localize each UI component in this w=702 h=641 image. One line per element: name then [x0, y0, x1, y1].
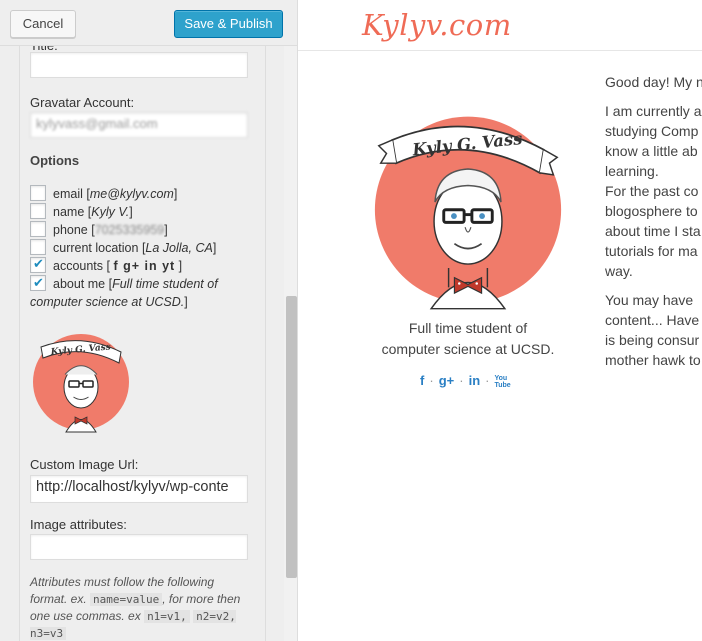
option-name-label: name [53, 205, 85, 219]
article-paragraph-3: You may have content... Have is being co… [605, 290, 702, 370]
avatar-image: Kyly G. Vass [374, 116, 562, 310]
option-accounts-label: accounts [53, 259, 104, 273]
article-p2-line: way. [605, 263, 633, 279]
customizer-sidebar: Title: Gravatar Account: kylyvass@gmail.… [0, 0, 298, 641]
cancel-button[interactable]: Cancel [10, 10, 76, 38]
linkedin-icon[interactable]: in [469, 373, 481, 388]
site-preview: Kylyv.com Kyly G. Vass Full time student… [298, 0, 702, 641]
article-p2-line: studying Comp [605, 123, 699, 139]
option-location-label: current location [53, 241, 139, 255]
bio-line-2: computer science at UCSD. [381, 341, 555, 357]
article-paragraph-1: Good day! My n [605, 72, 702, 92]
article-p3-line: You may have [605, 292, 694, 308]
image-attrs-label: Image attributes: [30, 517, 127, 532]
article-p2-line: learning. [605, 163, 659, 179]
accounts-icons: f g+ in yt [113, 259, 176, 273]
title-input[interactable] [30, 52, 248, 78]
option-name[interactable]: name [Kyly V.] [30, 203, 133, 219]
sidebar-scrollbar-thumb[interactable] [286, 296, 297, 578]
bio-text: Full time student of computer science at… [368, 318, 568, 360]
option-phone-detail: 7025335959 [94, 223, 165, 237]
article-p2-line: know a little ab [605, 143, 698, 159]
gravatar-input[interactable]: kylyvass@gmail.com [30, 112, 248, 138]
options-heading: Options [30, 153, 80, 168]
option-email[interactable]: email [me@kylyv.com] [30, 185, 177, 201]
youtube-icon[interactable]: You Tube [494, 375, 510, 389]
article-p2-line: tutorials for ma [605, 243, 698, 259]
gravatar-label: Gravatar Account: [30, 95, 135, 110]
bio-line-1: Full time student of [408, 320, 528, 336]
article-p1-line-1: Good day! My n [605, 74, 702, 90]
option-about[interactable]: about me [Full time student of computer … [30, 274, 250, 311]
site-header: Kylyv.com [298, 0, 702, 51]
article-paragraph-2: I am currently a studying Comp know a li… [605, 101, 702, 281]
custom-image-label: Custom Image Url: [30, 457, 139, 472]
option-about-label: about me [53, 277, 106, 291]
name-checkbox[interactable] [30, 203, 46, 219]
post-content: Good day! My n I am currently a studying… [605, 72, 702, 379]
article-p2-line: For the past co [605, 183, 699, 199]
article-p3-line: is being consur [605, 332, 700, 348]
option-email-detail: me@kylyv.com [89, 187, 174, 201]
option-phone[interactable]: phone [7025335959] [30, 221, 168, 237]
article-p2-line: blogosphere to [605, 203, 698, 219]
attributes-help-note: Attributes must follow the following for… [30, 574, 250, 641]
email-checkbox[interactable] [30, 185, 46, 201]
image-attrs-input[interactable] [30, 534, 248, 560]
avatar-thumbnail: Kyly G. Vass [33, 334, 129, 433]
option-phone-label: phone [53, 223, 88, 237]
location-checkbox[interactable] [30, 239, 46, 255]
customizer-header: Cancel Save & Publish [0, 0, 297, 46]
accounts-checkbox[interactable] [30, 256, 46, 273]
option-location-detail: La Jolla, CA [145, 241, 213, 255]
phone-checkbox[interactable] [30, 221, 46, 237]
article-p3-line: mother hawk to [605, 352, 701, 368]
facebook-icon[interactable]: f [420, 373, 424, 388]
social-links: f · g+ · in · You Tube [420, 373, 511, 389]
article-p3-line: content... Have [605, 312, 700, 328]
article-p2-line: I am currently a [605, 103, 702, 119]
option-email-label: email [53, 187, 83, 201]
note-code-1: name=value [90, 593, 163, 606]
article-p2-line: about time I sta [605, 223, 701, 239]
save-publish-button[interactable]: Save & Publish [174, 10, 283, 38]
site-logo[interactable]: Kylyv.com [362, 8, 512, 42]
googleplus-icon[interactable]: g+ [439, 373, 455, 388]
option-name-detail: Kyly V. [91, 205, 130, 219]
about-checkbox[interactable] [30, 274, 46, 292]
option-accounts[interactable]: accounts [ f g+ in yt ] [30, 256, 182, 273]
note-code-2a: n1=v1, [144, 610, 190, 623]
option-location[interactable]: current location [La Jolla, CA] [30, 239, 216, 255]
custom-image-input[interactable]: http://localhost/kylyv/wp-conte [30, 475, 248, 503]
